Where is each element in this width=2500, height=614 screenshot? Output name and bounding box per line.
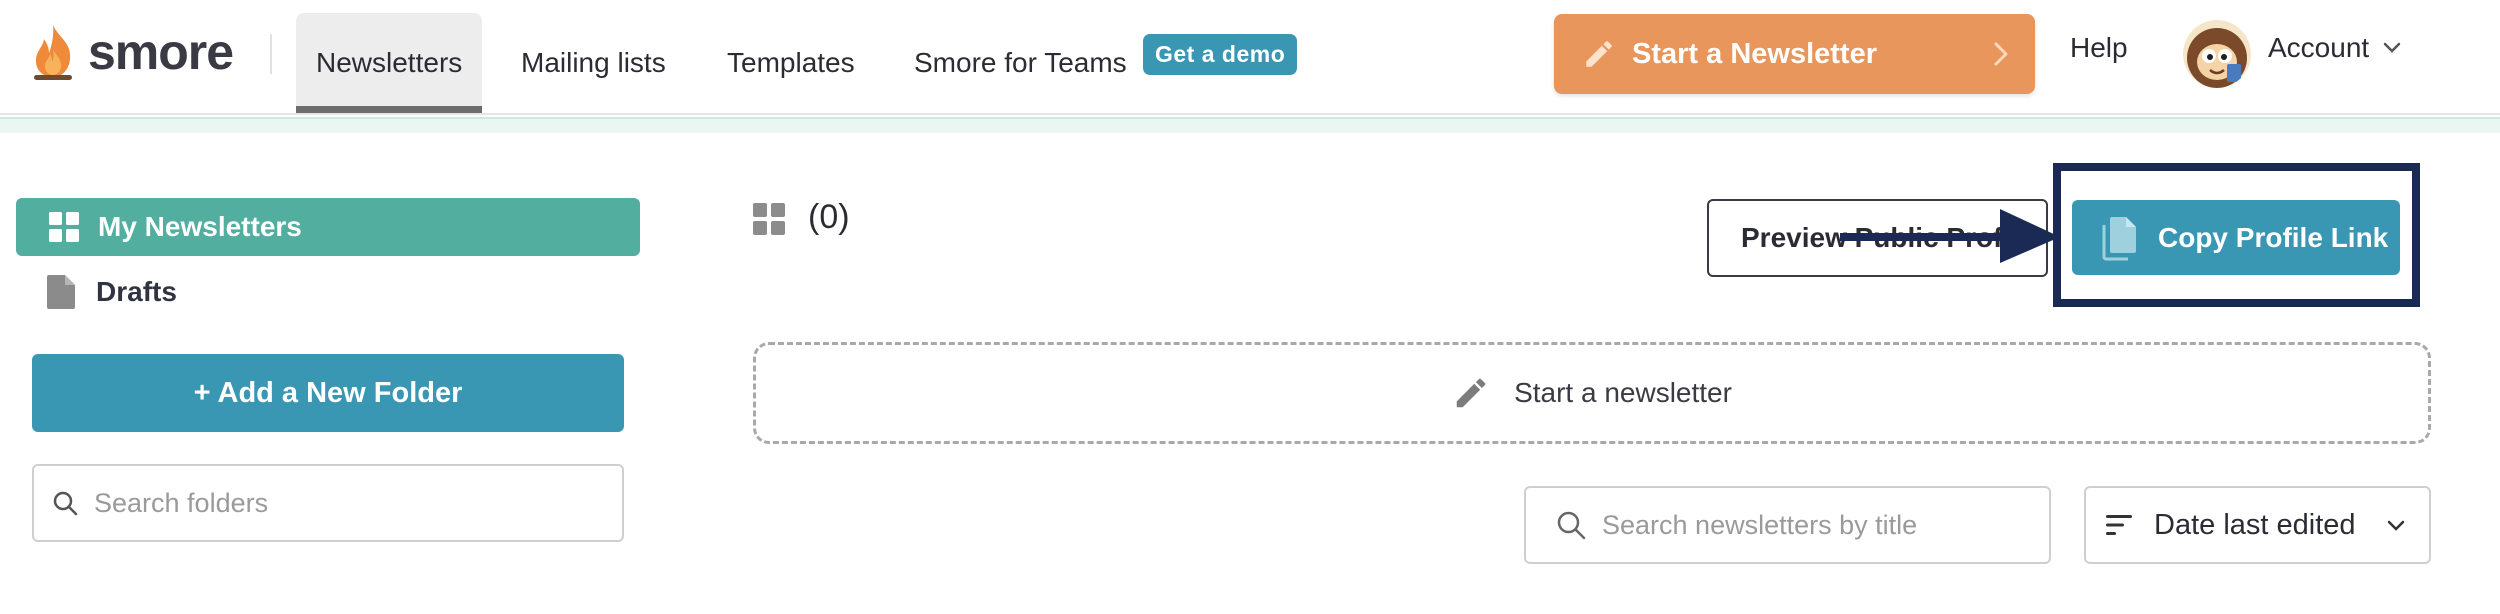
nav-tab-templates[interactable]: Templates: [727, 13, 855, 113]
account-label: Account: [2268, 32, 2370, 63]
search-newsletters-field[interactable]: [1524, 486, 2051, 564]
nav-tab-newsletters[interactable]: Newsletters: [296, 13, 483, 113]
start-a-newsletter-button[interactable]: Start a Newsletter: [1554, 14, 2035, 94]
grid-view-icon[interactable]: [752, 202, 786, 236]
chevron-down-icon: [2383, 42, 2401, 53]
nav-tab-label: Mailing lists: [521, 47, 666, 78]
nav-tab-mailing-lists[interactable]: Mailing lists: [521, 13, 666, 113]
start-a-newsletter-placeholder[interactable]: Start a newsletter: [753, 342, 2431, 444]
add-new-folder-button[interactable]: + Add a New Folder: [32, 354, 624, 432]
search-icon: [1557, 511, 1586, 540]
sidebar-item-label: Drafts: [96, 276, 177, 307]
chevron-right-icon: [1994, 42, 2008, 66]
monkey-avatar-icon: [2183, 20, 2251, 88]
nav-tab-smore-for-teams[interactable]: Smore for Teams: [914, 13, 1127, 113]
grid-icon: [49, 212, 79, 242]
smore-logo[interactable]: smore: [28, 22, 234, 82]
sidebar-item-my-newsletters[interactable]: My Newsletters: [16, 198, 640, 256]
pencil-icon: [1456, 378, 1486, 408]
copy-document-icon: [2102, 216, 2136, 260]
header-accent-strip: [0, 117, 2500, 133]
search-icon: [53, 491, 78, 516]
avatar[interactable]: [2183, 20, 2251, 88]
logo-wordmark: smore: [88, 24, 234, 80]
copy-profile-link-button[interactable]: Copy Profile Link: [2072, 200, 2400, 275]
help-link[interactable]: Help: [2070, 32, 2128, 64]
sort-dropdown[interactable]: Date last edited: [2084, 486, 2431, 564]
search-folders-field[interactable]: [32, 464, 624, 542]
newsletter-count: (0): [808, 198, 850, 236]
nav-tab-label: Newsletters: [316, 47, 463, 78]
sort-selected-value: Date last edited: [2154, 508, 2356, 541]
start-button-label: Start a Newsletter: [1632, 37, 1877, 70]
sidebar-item-label: My Newsletters: [98, 211, 302, 242]
document-icon: [47, 275, 75, 309]
get-a-demo-badge[interactable]: Get a demo: [1143, 34, 1298, 75]
copy-button-label: Copy Profile Link: [2158, 221, 2389, 253]
arrow-pointer-icon: [1840, 209, 2060, 263]
nav-divider: [270, 34, 272, 74]
pencil-icon: [1586, 41, 1612, 67]
sort-icon: [2106, 515, 2132, 535]
account-menu[interactable]: Account: [2268, 32, 2401, 64]
top-navigation-bar: smore Newsletters Mailing lists Template…: [0, 0, 2500, 115]
nav-tab-label: Smore for Teams: [914, 47, 1127, 78]
flame-logo-icon: [34, 25, 72, 80]
nav-tab-label: Templates: [727, 47, 855, 78]
start-newsletter-label: Start a newsletter: [1514, 377, 1732, 408]
sidebar-item-drafts[interactable]: Drafts: [46, 270, 177, 314]
search-newsletters-input[interactable]: [1602, 509, 2021, 541]
search-folders-input[interactable]: [94, 487, 565, 519]
chevron-down-icon: [2387, 520, 2405, 531]
